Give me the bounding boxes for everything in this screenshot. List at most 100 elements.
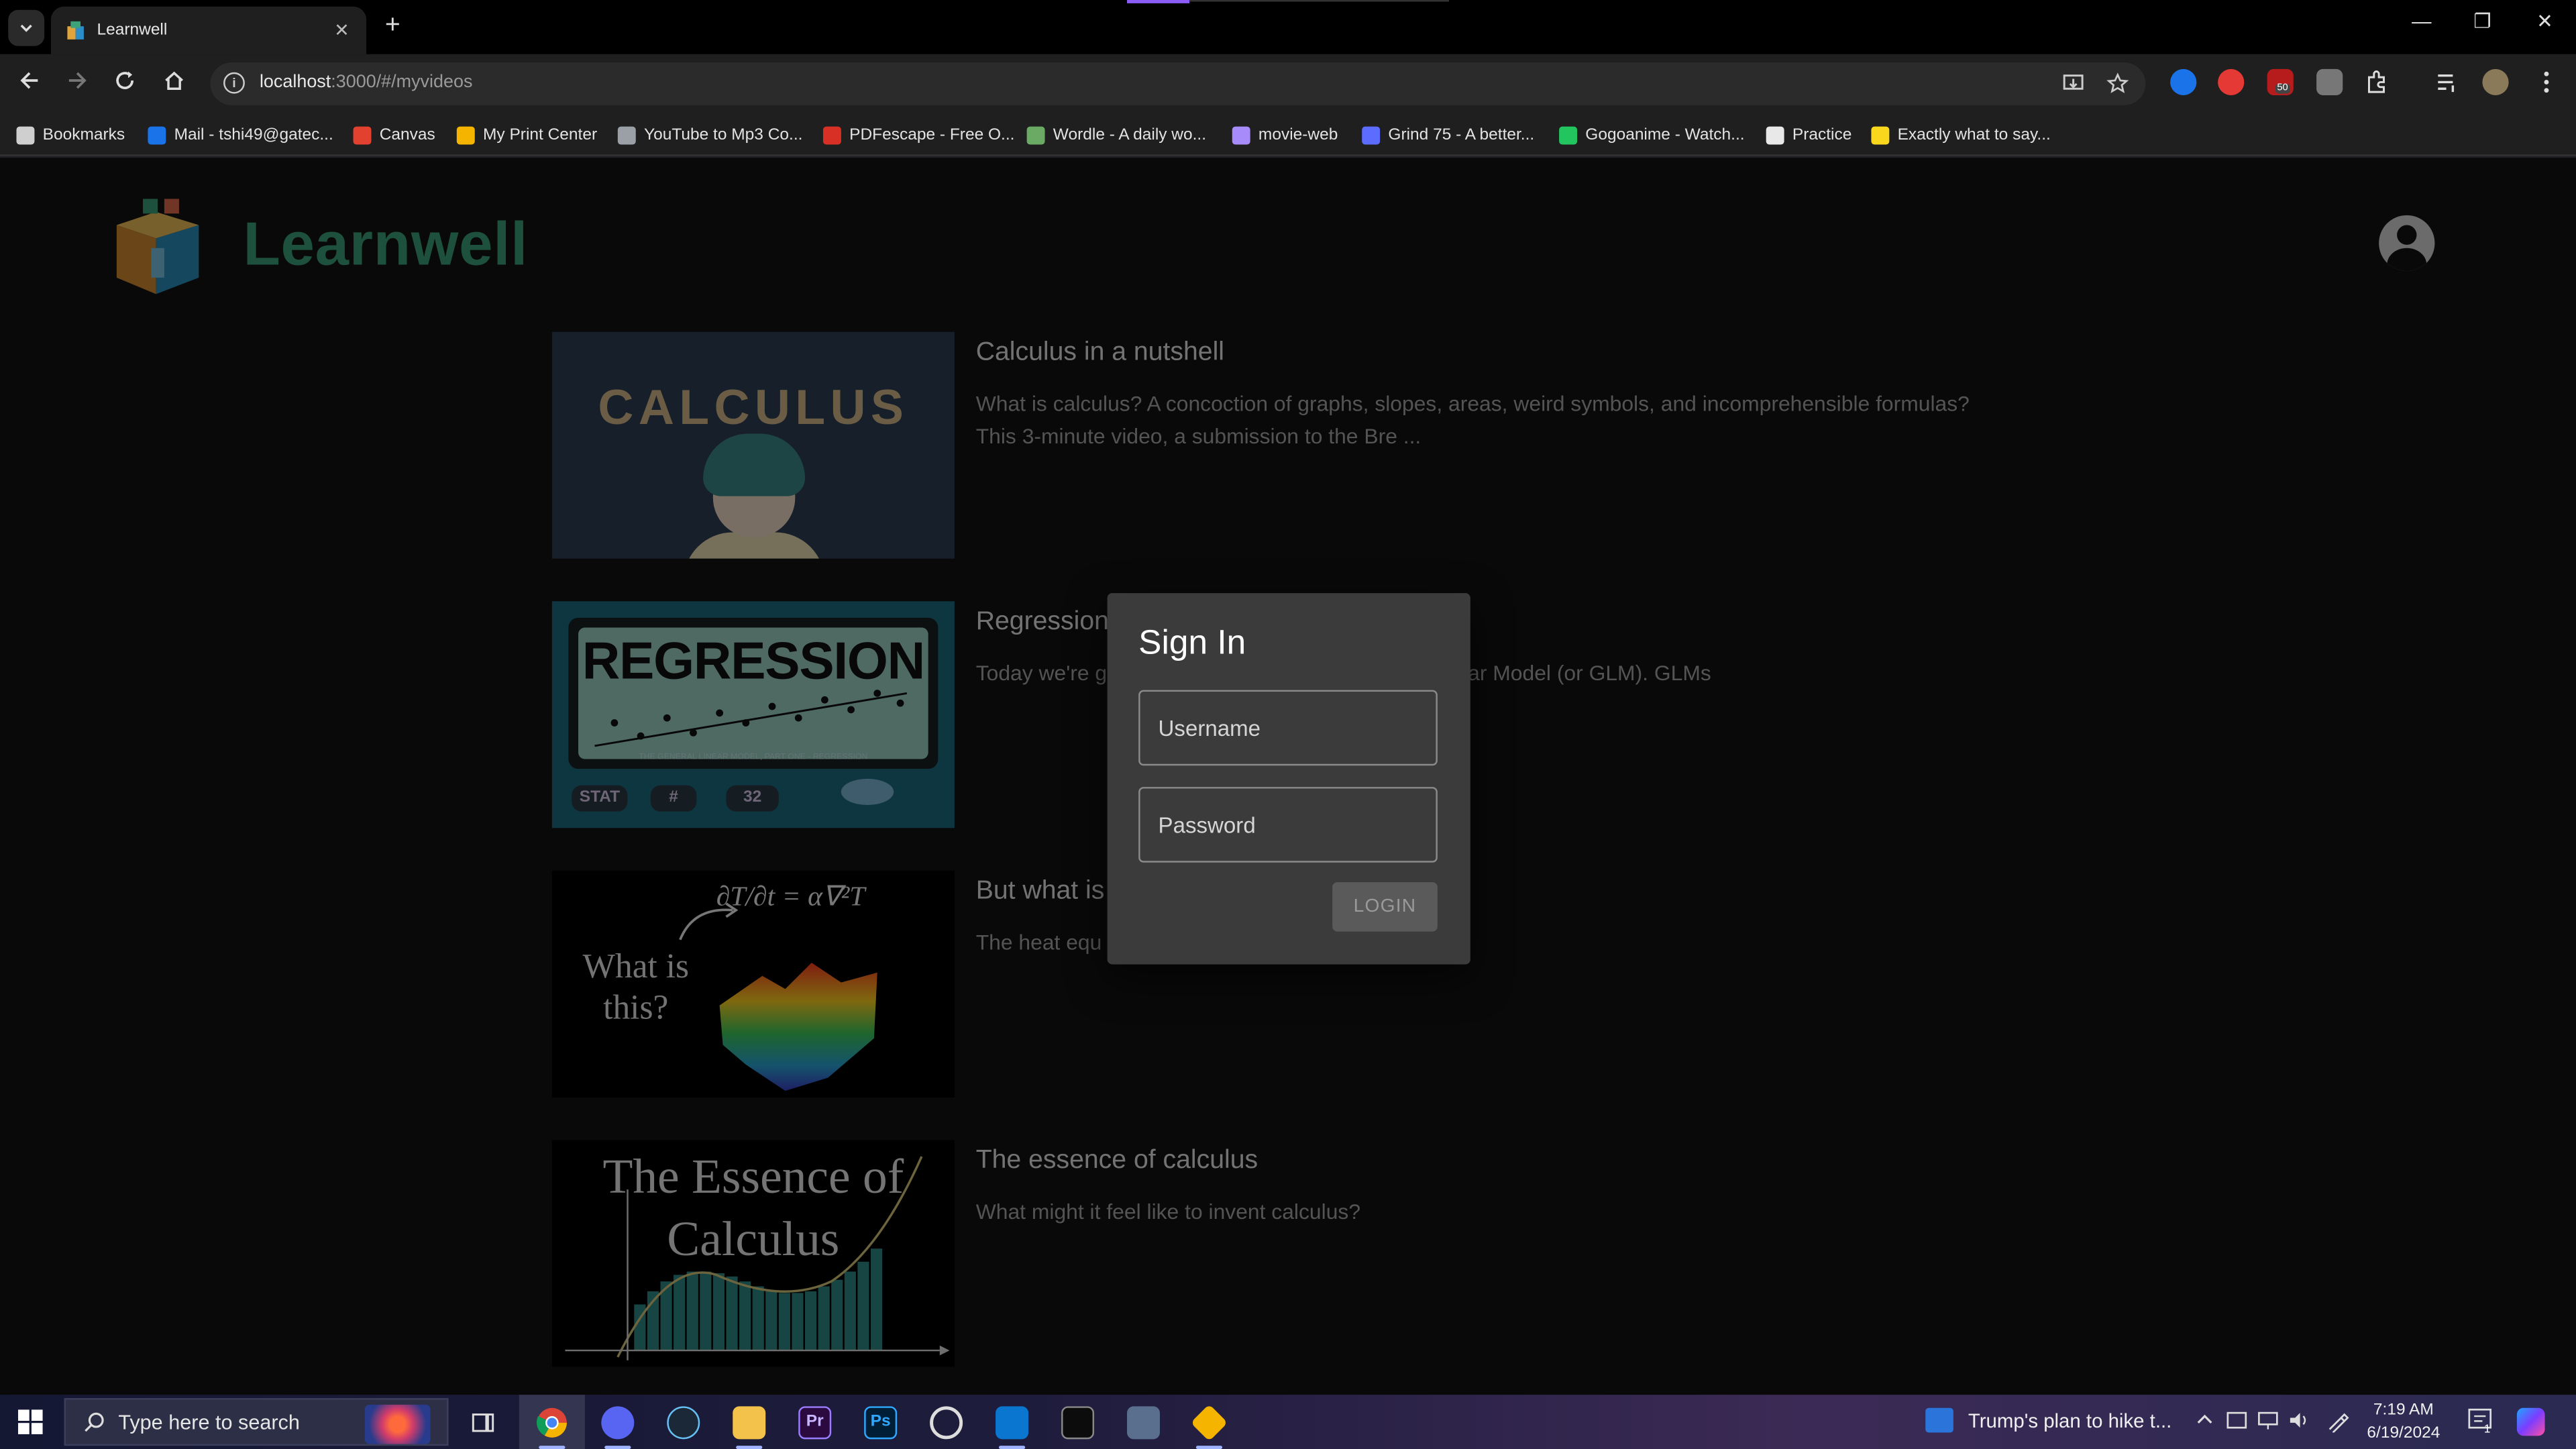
taskbar-premiere[interactable]: Pr	[782, 1395, 848, 1449]
clock[interactable]: 7:19 AM 6/19/2024	[2363, 1400, 2445, 1446]
bookmark-label: Gogoanime - Watch...	[1585, 125, 1745, 144]
search-highlight-image[interactable]	[364, 1404, 431, 1444]
taskbar-photoshop[interactable]: Ps	[848, 1395, 914, 1449]
taskbar-calculator[interactable]	[1111, 1395, 1177, 1449]
url-host: localhost	[259, 72, 331, 93]
taskbar-terminal[interactable]	[1045, 1395, 1111, 1449]
extension-1-icon[interactable]	[2170, 68, 2197, 96]
bookmark-item[interactable]: Mail - tshi49@gatec...	[148, 123, 333, 146]
home-button[interactable]	[160, 69, 189, 99]
bookmark-label: Canvas	[379, 125, 435, 144]
arrow-right-icon	[68, 72, 87, 89]
bookmark-item[interactable]: Canvas	[353, 123, 435, 146]
site-info-icon[interactable]: i	[223, 72, 245, 94]
bookmark-label: Mail - tshi49@gatec...	[174, 125, 333, 144]
news-widget[interactable]: Trump's plan to hike t...	[1925, 1407, 2172, 1433]
bookmark-favicon-icon	[456, 125, 475, 144]
bookmark-label: Wordle - A daily wo...	[1053, 125, 1207, 144]
extension-4-icon[interactable]	[2316, 68, 2343, 96]
bookmark-favicon-icon	[1232, 125, 1250, 144]
taskbar-search-box[interactable]: Type here to search	[64, 1398, 449, 1446]
active-indicator	[539, 1446, 566, 1449]
bookmark-item[interactable]: YouTube to Mp3 Co...	[617, 123, 803, 146]
install-app-icon[interactable]	[2061, 72, 2084, 95]
bookmark-item[interactable]: Exactly what to say...	[1871, 123, 2051, 146]
extension-3-icon[interactable]: 50	[2267, 68, 2294, 96]
bookmark-favicon-icon	[1559, 125, 1578, 144]
profile-avatar-icon[interactable]	[2482, 68, 2509, 96]
password-field[interactable]	[1138, 787, 1438, 863]
address-bar[interactable]: i localhost:3000/#/myvideos	[210, 62, 2146, 105]
bookmark-label: My Print Center	[483, 125, 598, 144]
bookmark-item[interactable]: Gogoanime - Watch...	[1559, 123, 1745, 146]
restore-button[interactable]: ❐	[2458, 10, 2507, 33]
copilot-icon[interactable]	[2516, 1407, 2545, 1436]
bookmark-item[interactable]: My Print Center	[456, 123, 598, 146]
bookmark-favicon-icon	[1871, 125, 1890, 144]
taskbar-steam[interactable]	[651, 1395, 716, 1449]
bookmarks-folder[interactable]: Bookmarks	[16, 123, 125, 146]
forward-button[interactable]	[62, 69, 92, 99]
task-view-button[interactable]	[450, 1395, 516, 1449]
extension-badge: 50	[2275, 83, 2290, 94]
taskbar-chrome[interactable]	[519, 1395, 585, 1449]
bookmark-item[interactable]: Practice	[1766, 123, 1852, 146]
url-path: :3000/#/myvideos	[331, 72, 473, 93]
volume-icon[interactable]	[2288, 1409, 2310, 1431]
reload-icon	[116, 71, 133, 89]
signin-title: Sign In	[1138, 624, 1246, 662]
bookmark-label: Exactly what to say...	[1897, 125, 2051, 144]
bookmark-item[interactable]: movie-web	[1232, 123, 1338, 146]
chrome-icon	[536, 1407, 567, 1437]
bookmark-label: Grind 75 - A better...	[1388, 125, 1535, 144]
windows-start-icon[interactable]	[17, 1409, 43, 1434]
url-text[interactable]: localhost:3000/#/myvideos	[260, 72, 472, 92]
tab-search-button[interactable]	[8, 9, 45, 46]
tab-strip-accent	[1127, 0, 1190, 3]
minimize-button[interactable]: —	[2397, 10, 2446, 33]
bookmark-label: YouTube to Mp3 Co...	[644, 125, 803, 144]
chevron-up-icon[interactable]	[2195, 1409, 2214, 1429]
taskbar-file-explorer[interactable]	[716, 1395, 782, 1449]
puzzle-icon[interactable]	[2364, 69, 2390, 95]
meet-now-icon[interactable]	[2226, 1409, 2247, 1431]
bookmark-item[interactable]: Wordle - A daily wo...	[1026, 123, 1207, 146]
bookmark-favicon-icon	[148, 125, 166, 144]
taskbar-vscode[interactable]	[979, 1395, 1045, 1449]
tab-strip-line	[1189, 0, 1450, 2]
folder-icon	[733, 1405, 766, 1439]
bookmark-label: Practice	[1792, 125, 1852, 144]
extension-2-icon[interactable]	[2218, 68, 2245, 96]
username-field[interactable]	[1138, 690, 1438, 766]
terminal-icon	[1061, 1405, 1095, 1439]
taskbar-git[interactable]	[1176, 1395, 1242, 1449]
bookmark-favicon-icon	[1766, 125, 1784, 144]
task-view-icon	[472, 1412, 494, 1432]
tab-close-icon[interactable]: ✕	[330, 19, 353, 41]
new-tab-button[interactable]: +	[376, 11, 409, 41]
news-icon	[1925, 1407, 1953, 1433]
window-close-button[interactable]: ✕	[2520, 10, 2569, 33]
active-indicator	[1195, 1446, 1223, 1449]
taskbar-app-gear[interactable]	[914, 1395, 979, 1449]
login-button[interactable]: LOGIN	[1332, 882, 1438, 932]
bookmark-favicon-icon	[822, 125, 841, 144]
bookmark-item[interactable]: Grind 75 - A better...	[1362, 123, 1534, 146]
learnwell-favicon-icon	[67, 20, 84, 39]
pen-icon[interactable]	[2326, 1409, 2349, 1433]
taskbar-discord[interactable]	[585, 1395, 651, 1449]
kebab-menu-icon[interactable]	[2533, 69, 2559, 95]
bookmark-star-icon[interactable]	[2106, 72, 2129, 95]
bookmark-item[interactable]: PDFescape - Free O...	[822, 123, 1014, 146]
tab-learnwell[interactable]: Learnwell ✕	[50, 6, 367, 54]
bookmark-favicon-icon	[1362, 125, 1381, 144]
premiere-icon: Pr	[798, 1405, 832, 1439]
tab-strip: Learnwell ✕ + — ❐ ✕	[0, 0, 2576, 54]
media-queue-icon[interactable]	[2434, 69, 2461, 95]
news-headline: Trump's plan to hike t...	[1968, 1409, 2172, 1432]
star-icon	[16, 125, 35, 144]
network-icon[interactable]	[2257, 1409, 2279, 1431]
back-button[interactable]	[15, 69, 44, 99]
arrow-left-icon	[20, 72, 38, 89]
reload-button[interactable]	[110, 69, 140, 99]
